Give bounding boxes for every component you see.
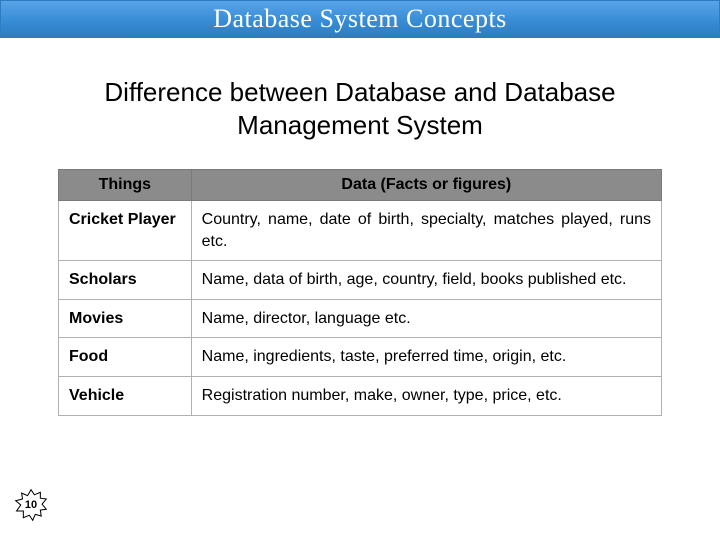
cell-data: Name, director, language etc. (191, 299, 661, 338)
page-number: 10 (25, 499, 37, 511)
table-row: Vehicle Registration number, make, owner… (59, 376, 662, 415)
comparison-table-wrap: Things Data (Facts or figures) Cricket P… (58, 169, 662, 416)
page-number-badge: 10 (14, 488, 48, 522)
cell-thing: Scholars (59, 261, 192, 300)
cell-thing: Food (59, 338, 192, 377)
table-row: Scholars Name, data of birth, age, count… (59, 261, 662, 300)
cell-thing: Vehicle (59, 376, 192, 415)
title-bar-text: Database System Concepts (213, 4, 507, 34)
cell-data: Country, name, date of birth, specialty,… (191, 201, 661, 261)
slide-heading: Difference between Database and Database… (0, 76, 720, 141)
cell-data: Name, ingredients, taste, preferred time… (191, 338, 661, 377)
cell-thing: Movies (59, 299, 192, 338)
cell-thing: Cricket Player (59, 201, 192, 261)
cell-data: Registration number, make, owner, type, … (191, 376, 661, 415)
table-row: Cricket Player Country, name, date of bi… (59, 201, 662, 261)
table-header-data: Data (Facts or figures) (191, 170, 661, 201)
cell-data: Name, data of birth, age, country, field… (191, 261, 661, 300)
table-row: Movies Name, director, language etc. (59, 299, 662, 338)
table-row: Food Name, ingredients, taste, preferred… (59, 338, 662, 377)
title-bar: Database System Concepts (0, 0, 720, 38)
table-header-things: Things (59, 170, 192, 201)
comparison-table: Things Data (Facts or figures) Cricket P… (58, 169, 662, 416)
